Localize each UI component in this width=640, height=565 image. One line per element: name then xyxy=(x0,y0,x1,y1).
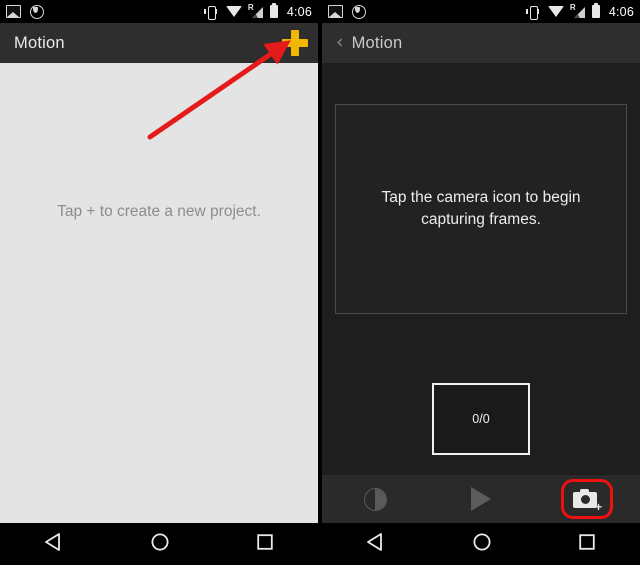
status-bar-left: R 4:06 xyxy=(0,0,318,23)
roaming-badge: R xyxy=(247,2,254,12)
play-button[interactable] xyxy=(428,475,534,523)
capture-screen-body: Tap the camera icon to begin capturing f… xyxy=(322,63,640,523)
empty-state-message: Tap + to create a new project. xyxy=(57,203,261,220)
vibrate-icon xyxy=(203,5,219,20)
battery-icon xyxy=(591,2,600,18)
nav-bar-right xyxy=(322,523,640,565)
screenshot-root: R 4:06 Motion Tap + to create a new proj… xyxy=(0,0,640,565)
action-bar-left: Motion xyxy=(0,23,318,63)
nav-recents-button[interactable] xyxy=(577,532,597,557)
status-bar-right-icons-2: R 4:06 xyxy=(525,2,634,20)
project-list-empty-area: Tap + to create a new project. xyxy=(0,63,318,523)
app-title-left: Motion xyxy=(14,33,65,52)
nav-bar-left xyxy=(0,523,318,565)
signal-icon: R xyxy=(247,2,263,18)
play-icon xyxy=(471,487,491,511)
roaming-badge: R xyxy=(569,2,576,12)
nav-home-button[interactable] xyxy=(150,532,170,557)
annotation-highlight-box xyxy=(561,479,613,519)
onion-skin-icon xyxy=(363,487,387,511)
camera-preview-frame: Tap the camera icon to begin capturing f… xyxy=(335,104,627,314)
clock-time: 4:06 xyxy=(608,4,634,19)
shield-icon xyxy=(352,4,366,19)
nav-home-button[interactable] xyxy=(472,532,492,557)
frame-counter-box: 0/0 xyxy=(432,383,530,455)
right-phone-screen: R 4:06 ‹ Motion Tap the camera icon to b… xyxy=(322,0,640,565)
photo-icon xyxy=(6,5,21,18)
action-bar-right: ‹ Motion xyxy=(322,23,640,63)
nav-back-button[interactable] xyxy=(43,532,65,557)
status-bar-left-icons xyxy=(6,4,44,19)
photo-icon xyxy=(328,5,343,18)
wifi-icon xyxy=(547,6,564,17)
app-title-right: Motion xyxy=(351,33,403,52)
wifi-icon xyxy=(225,6,242,17)
nav-recents-button[interactable] xyxy=(255,532,275,557)
nav-back-button[interactable] xyxy=(365,532,387,557)
clock-time: 4:06 xyxy=(286,4,312,19)
preview-instruction-message: Tap the camera icon to begin capturing f… xyxy=(381,189,581,228)
add-project-button[interactable] xyxy=(282,30,308,56)
onion-skin-button[interactable] xyxy=(322,475,428,523)
frame-counter-value: 0/0 xyxy=(472,412,490,426)
battery-icon xyxy=(269,2,278,18)
camera-capture-button[interactable]: + xyxy=(534,475,640,523)
shield-icon xyxy=(30,4,44,19)
vibrate-icon xyxy=(525,5,541,20)
status-bar-right-icons: R 4:06 xyxy=(203,2,312,20)
status-bar-left-icons-2 xyxy=(328,4,366,19)
status-bar-right: R 4:06 xyxy=(322,0,640,23)
signal-icon: R xyxy=(569,2,585,18)
back-chevron-icon[interactable]: ‹ xyxy=(336,32,344,52)
left-phone-screen: R 4:06 Motion Tap + to create a new proj… xyxy=(0,0,318,565)
capture-toolbar: + xyxy=(322,475,640,523)
